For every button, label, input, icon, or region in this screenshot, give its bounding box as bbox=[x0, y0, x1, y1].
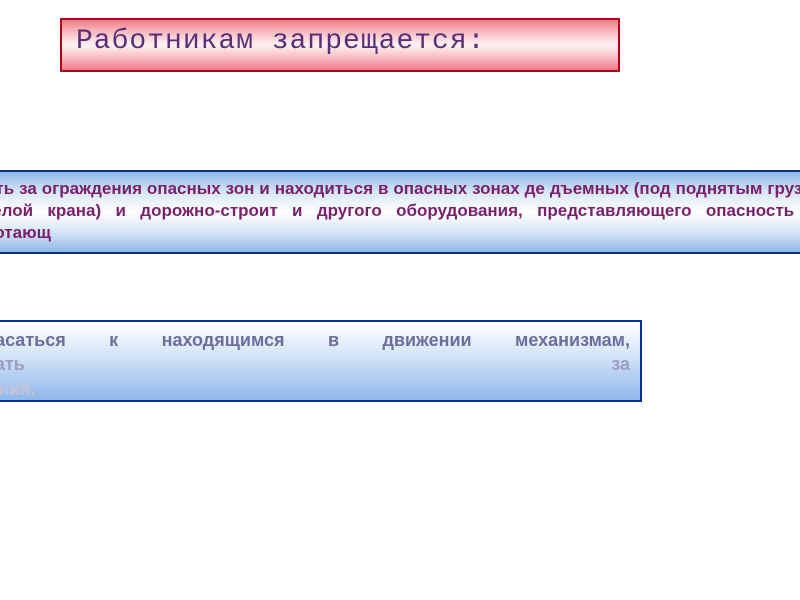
mechanisms-line-2: никать за bbox=[0, 352, 630, 376]
mechanisms-line-3: ждения. bbox=[0, 377, 630, 401]
title-box: Работникам запрещается: bbox=[60, 18, 620, 72]
mechanisms-block: рикасаться к находящимся в движении меха… bbox=[0, 320, 642, 402]
slide: Работникам запрещается: одить за огражде… bbox=[0, 0, 800, 600]
danger-zones-block: одить за ограждения опасных зон и находи… bbox=[0, 170, 800, 254]
mechanisms-line-1: рикасаться к находящимся в движении меха… bbox=[0, 328, 630, 352]
